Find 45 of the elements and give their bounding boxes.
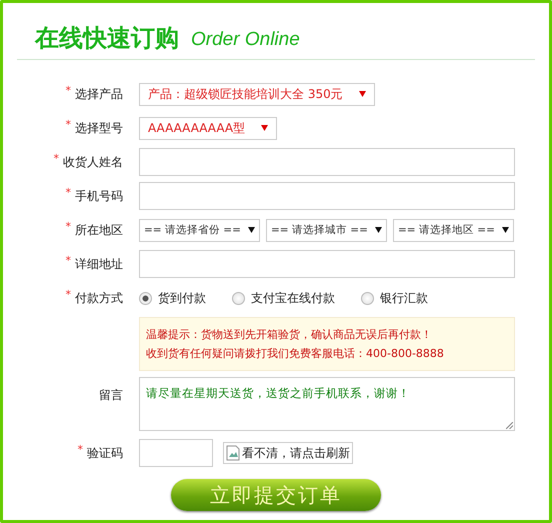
field-label: 验证码 (87, 444, 123, 462)
required-mark: * (66, 118, 71, 130)
notice-text: 温馨提示：货物送到先开箱验货，确认商品无误后再付款！ (146, 327, 433, 342)
caret-icon (502, 227, 509, 233)
radio-label: 货到付款 (158, 290, 206, 306)
caret-icon (358, 91, 366, 97)
page-subtitle: Order Online (191, 28, 300, 52)
captcha-field[interactable] (139, 439, 213, 467)
required-mark: * (66, 220, 71, 232)
select-field[interactable]: == 请选择省份 == (139, 218, 260, 242)
notice-text: 收到货有任何疑问请拨打我们免费客服电话：400-800-8888 (146, 346, 445, 361)
radio-button[interactable] (232, 292, 245, 304)
captcha-image[interactable]: 看不清，请点击刷新 (223, 442, 353, 464)
input-field[interactable] (139, 148, 515, 176)
required-mark: * (66, 84, 71, 96)
select-field[interactable]: AAAAAAAAAA型 (139, 116, 278, 140)
required-mark: * (54, 152, 59, 164)
field-label: 收货人姓名 (63, 154, 123, 170)
broken-image-icon (226, 445, 240, 461)
required-mark: * (66, 254, 71, 266)
caret-icon (248, 227, 255, 233)
required-mark: * (66, 186, 71, 198)
field-label: 选择产品 (75, 86, 123, 102)
resize-handle-icon[interactable] (506, 422, 513, 429)
input-field[interactable] (139, 182, 515, 210)
select-field[interactable]: == 请选择城市 == (266, 218, 387, 242)
field-label: 付款方式 (75, 290, 123, 306)
field-label: 详细地址 (75, 256, 123, 272)
caret-icon (375, 227, 382, 233)
required-mark: * (78, 442, 83, 456)
radio-label: 支付宝在线付款 (251, 290, 335, 306)
message-field[interactable]: 请尽量在星期天送货，送货之前手机联系，谢谢！ (139, 377, 515, 431)
field-label: 留言 (99, 387, 123, 404)
radio-button[interactable] (361, 292, 374, 304)
input-field[interactable] (139, 250, 515, 278)
radio-button[interactable] (139, 292, 152, 304)
field-label: 手机号码 (75, 188, 123, 204)
select-field[interactable]: == 请选择地区 == (393, 218, 514, 242)
radio-label: 银行汇款 (380, 290, 428, 306)
select-field[interactable]: 产品：超级锁匠技能培训大全 350元 (139, 82, 375, 106)
caret-icon (261, 125, 268, 131)
field-label: 所在地区 (75, 222, 123, 238)
field-label: 选择型号 (75, 120, 123, 136)
page-title: 在线快速订购 (35, 23, 179, 53)
required-mark: * (66, 288, 71, 300)
